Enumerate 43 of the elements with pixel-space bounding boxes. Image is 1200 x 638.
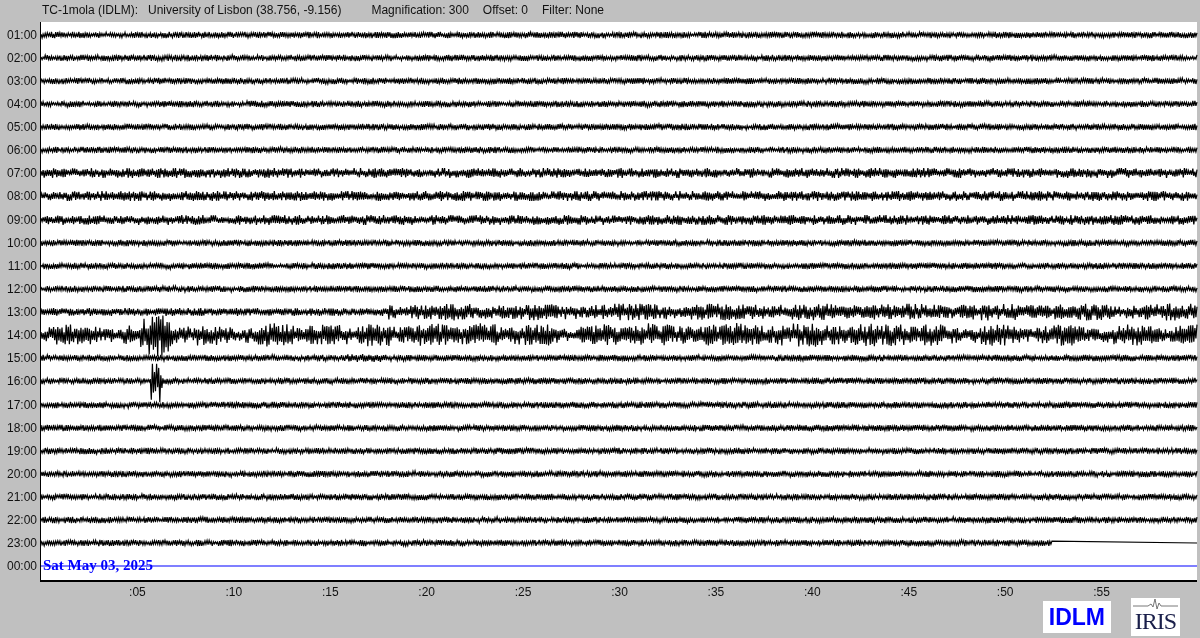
filter-label: Filter: None (542, 3, 605, 17)
minute-tick-label: :50 (996, 584, 1014, 599)
minute-tick-label: :45 (900, 584, 918, 599)
minute-tick-label: :25 (514, 584, 532, 599)
hour-label: 05:00 (6, 120, 37, 135)
station-name: TC-1mola (IDLM): (42, 3, 138, 17)
date-label: Sat May 03, 2025 (43, 557, 153, 575)
hour-label: 00:00 (6, 559, 37, 574)
hour-label: 02:00 (6, 50, 37, 65)
magnification-label: Magnification: 300 (371, 3, 469, 17)
hour-label: 18:00 (6, 420, 37, 435)
offset-label: Offset: 0 (482, 3, 528, 17)
hour-label: 09:00 (6, 212, 37, 227)
hour-label: 03:00 (6, 73, 37, 88)
hour-label: 16:00 (6, 374, 37, 389)
station-location: University of Lisbon (38.756, -9.156) (148, 3, 342, 17)
minute-tick-label: :55 (1093, 584, 1110, 599)
hour-label: 06:00 (6, 143, 37, 158)
minute-tick-label: :10 (225, 584, 243, 599)
hour-label: 07:00 (6, 166, 37, 181)
minute-tick-label: :20 (418, 584, 435, 599)
hour-label: 14:00 (6, 328, 37, 343)
hour-label: 19:00 (6, 443, 37, 458)
hour-label: 17:00 (6, 397, 37, 412)
hour-label: 11:00 (7, 258, 37, 273)
hour-label: 04:00 (6, 96, 37, 111)
hour-label: 22:00 (6, 513, 37, 528)
hour-label: 23:00 (6, 536, 37, 551)
hour-label: 01:00 (6, 27, 37, 42)
hour-label: 08:00 (6, 189, 37, 204)
minute-tick-label: :05 (129, 584, 146, 599)
hour-label: 10:00 (6, 235, 37, 250)
station-logo: IDLM (1042, 601, 1111, 633)
hour-label: 21:00 (6, 490, 37, 505)
network-logo: IRIS (1131, 598, 1180, 636)
minute-tick-label: :40 (804, 584, 821, 599)
minute-tick-label: :15 (321, 584, 339, 599)
minute-tick-label: :30 (611, 584, 628, 599)
hour-label: 20:00 (6, 466, 37, 481)
hour-label: 13:00 (6, 305, 37, 320)
hour-label: 12:00 (6, 281, 37, 296)
hour-label: 15:00 (6, 351, 37, 366)
minute-tick-label: :35 (707, 584, 725, 599)
